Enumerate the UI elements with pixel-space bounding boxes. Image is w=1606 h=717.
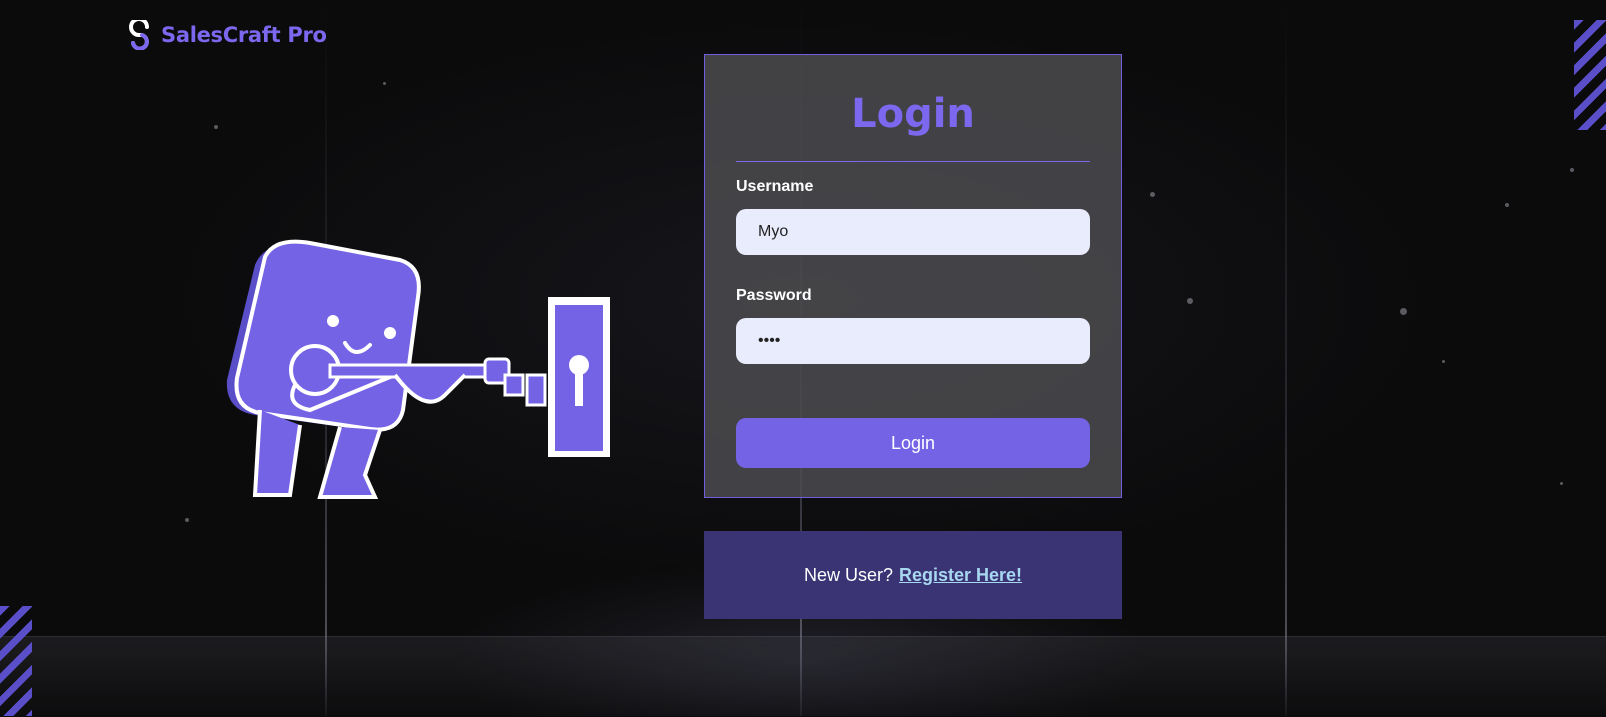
title-divider — [736, 161, 1090, 162]
register-link[interactable]: Register Here! — [899, 565, 1022, 586]
decorative-stripes — [1574, 20, 1606, 130]
light-beam — [1285, 0, 1287, 716]
decorative-stripes — [0, 606, 32, 716]
login-title: Login — [851, 91, 975, 137]
grid-floor — [0, 636, 1606, 717]
login-card: Login Username Password Login — [704, 54, 1122, 498]
star — [185, 518, 189, 522]
star — [383, 82, 386, 85]
star — [1560, 482, 1563, 485]
brand-name: SalesCraft Pro — [161, 23, 327, 47]
username-input[interactable] — [736, 209, 1090, 255]
star — [1400, 308, 1407, 315]
star — [1505, 203, 1509, 207]
star — [1570, 168, 1574, 172]
register-prompt: New User? — [803, 564, 893, 585]
login-button[interactable]: Login — [736, 418, 1090, 468]
password-input[interactable] — [736, 318, 1090, 364]
star — [214, 125, 218, 129]
username-label: Username — [736, 178, 814, 195]
character-unlocking-door-illustration — [226, 239, 610, 499]
star — [1150, 192, 1155, 197]
salescraft-logo-icon — [129, 20, 149, 50]
password-label: Password — [736, 287, 812, 304]
star — [1187, 298, 1193, 304]
brand-logo[interactable]: SalesCraft Pro — [125, 20, 327, 50]
star — [1442, 360, 1445, 363]
register-panel: New User? Register Here! — [704, 531, 1122, 619]
